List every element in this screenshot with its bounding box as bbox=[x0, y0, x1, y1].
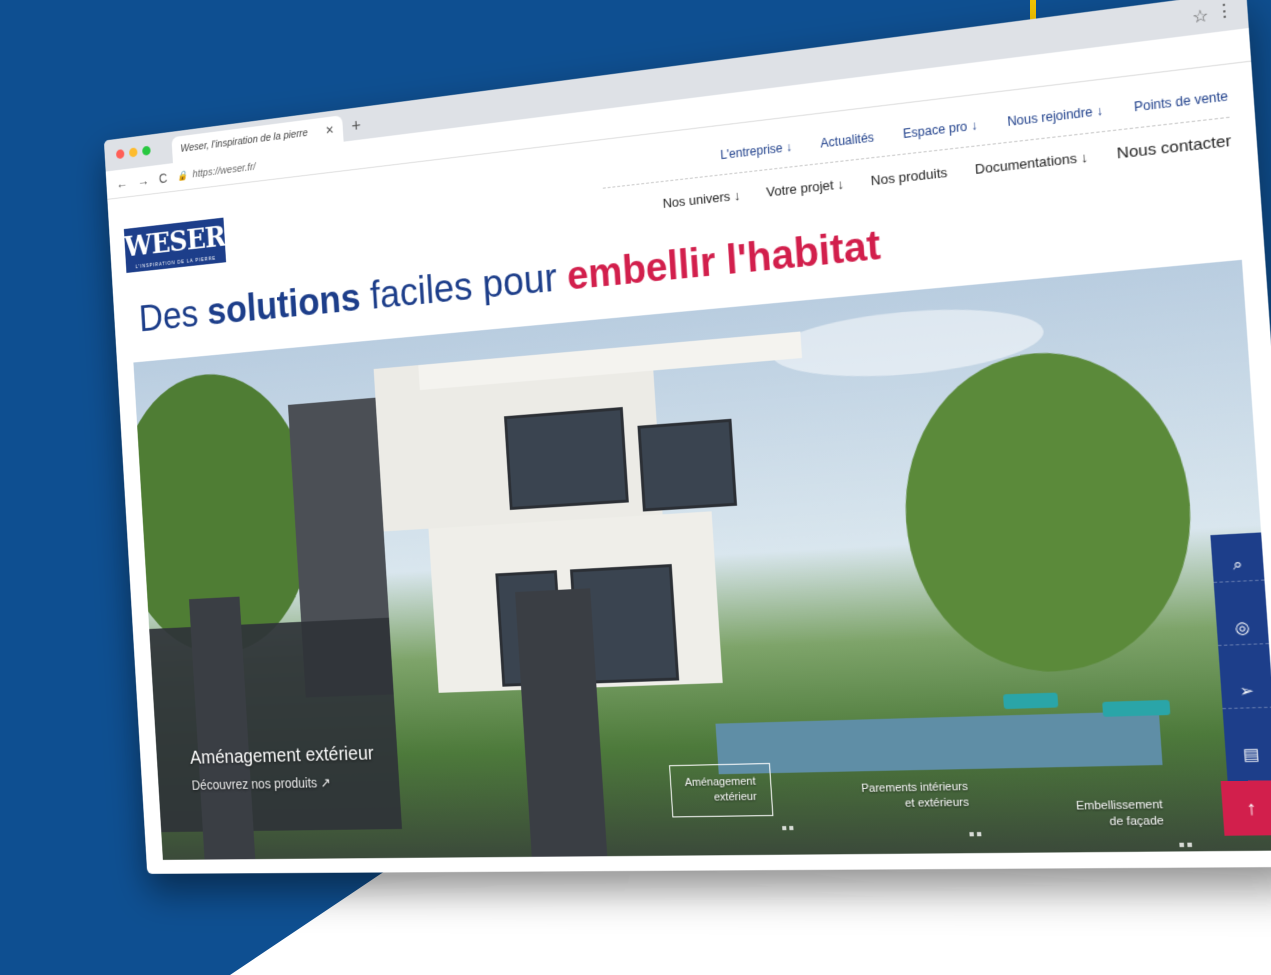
nav-actualites[interactable]: Actualités bbox=[820, 130, 874, 151]
bookmark-star-icon[interactable]: ☆ bbox=[1191, 5, 1209, 29]
nav-points-de-vente[interactable]: Points de vente bbox=[1134, 89, 1229, 115]
website: WESER L'INSPIRATION DE LA PIERRE L'entre… bbox=[107, 62, 1271, 874]
nav-votre-projet[interactable]: Votre projet ↓ bbox=[766, 176, 845, 200]
document-icon[interactable]: ▤ bbox=[1225, 737, 1271, 771]
nav-nous-rejoindre[interactable]: Nous rejoindre ↓ bbox=[1007, 103, 1104, 129]
pool bbox=[715, 710, 1163, 775]
browser-menu-icon[interactable]: ⋮ bbox=[1214, 0, 1235, 23]
quick-actions-sidebar: ⌕ ◎ ➢ ▤ bbox=[1210, 532, 1271, 786]
slide-line2: extérieur bbox=[713, 790, 758, 804]
reload-button[interactable]: C bbox=[158, 170, 167, 186]
lock-icon: 🔒 bbox=[176, 170, 188, 182]
slide-indicator bbox=[969, 832, 984, 837]
headline-part1: Des bbox=[137, 292, 209, 340]
window-controls bbox=[115, 145, 151, 160]
forward-button[interactable]: → bbox=[137, 173, 149, 189]
hero-carousel[interactable]: Aménagement extérieur Découvrez nos prod… bbox=[133, 259, 1271, 860]
hero-title: Aménagement extérieur bbox=[189, 743, 375, 769]
nav-documentations[interactable]: Documentations ↓ bbox=[974, 149, 1088, 177]
minimize-window-button[interactable] bbox=[128, 147, 138, 158]
hero-link[interactable]: Découvrez nos produits ↗ bbox=[191, 775, 331, 794]
new-tab-button[interactable]: + bbox=[351, 116, 361, 137]
maximize-window-button[interactable] bbox=[142, 145, 151, 156]
close-tab-icon[interactable]: ✕ bbox=[325, 123, 335, 137]
decorative-fence bbox=[149, 617, 403, 833]
slide-line2: et extérieurs bbox=[904, 796, 970, 810]
back-button[interactable]: ← bbox=[116, 175, 128, 191]
nav-nous-contacter[interactable]: Nous contacter bbox=[1116, 132, 1232, 163]
headline-accent: embellir l'habitat bbox=[565, 222, 882, 299]
nav-entreprise[interactable]: L'entreprise ↓ bbox=[720, 140, 793, 162]
slide-indicator bbox=[782, 825, 796, 831]
house-window bbox=[637, 418, 738, 512]
slide-line1: Embellissement bbox=[1075, 798, 1164, 813]
search-icon[interactable]: ⌕ bbox=[1211, 547, 1265, 583]
weser-logo[interactable]: WESER L'INSPIRATION DE LA PIERRE bbox=[124, 217, 227, 273]
house-window bbox=[503, 407, 629, 510]
slide-tab-embellissement[interactable]: Embellissement de façade bbox=[1076, 797, 1165, 830]
slide-line1: Parements intérieurs bbox=[860, 780, 969, 796]
slide-indicator bbox=[1179, 842, 1195, 848]
lounge-chair bbox=[1102, 699, 1171, 717]
scroll-to-top-button[interactable]: ↑ bbox=[1220, 780, 1271, 836]
slide-line2: de façade bbox=[1109, 814, 1165, 829]
tree-shape bbox=[895, 341, 1202, 677]
headline-bold: solutions bbox=[206, 276, 362, 334]
location-icon[interactable]: ◎ bbox=[1215, 609, 1269, 646]
lounge-chair bbox=[1003, 692, 1059, 710]
slide-line1: Aménagement bbox=[684, 775, 757, 790]
slide-tab-parements[interactable]: Parements intérieurs et extérieurs bbox=[861, 780, 970, 813]
close-window-button[interactable] bbox=[115, 149, 125, 160]
browser-window: Weser, l'inspiration de la pierre ✕ + ☆ … bbox=[103, 0, 1271, 874]
nav-espace-pro[interactable]: Espace pro ↓ bbox=[903, 118, 978, 141]
url-text: https://weser.fr/ bbox=[192, 161, 257, 181]
headline-part2: faciles pour bbox=[359, 255, 569, 319]
slide-tab-amenagement[interactable]: Aménagement extérieur bbox=[669, 762, 773, 818]
url-field[interactable]: 🔒 https://weser.fr/ bbox=[177, 161, 256, 182]
nav-nos-produits[interactable]: Nos produits bbox=[870, 164, 948, 188]
send-icon[interactable]: ➢ bbox=[1220, 673, 1271, 709]
nav-nos-univers[interactable]: Nos univers ↓ bbox=[662, 187, 740, 211]
